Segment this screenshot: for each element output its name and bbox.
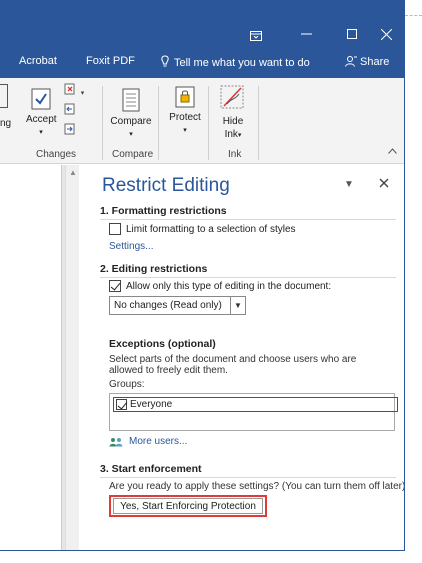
compare-dropdown-icon[interactable]: ▾ <box>108 128 154 141</box>
accept-check-icon <box>31 88 51 110</box>
share-button[interactable]: Share <box>345 55 389 68</box>
group-label-changes: Changes <box>36 149 77 160</box>
hide-ink-button[interactable]: Hide Ink▾ <box>215 84 251 142</box>
hide-ink-dropdown-icon[interactable]: ▾ <box>238 132 242 139</box>
everyone-label: Everyone <box>130 399 173 410</box>
everyone-checkbox[interactable] <box>116 399 127 410</box>
formatting-restrictions-heading: 1. Formatting restrictions <box>100 205 396 220</box>
editing-type-value: No changes (Read only) <box>114 300 222 311</box>
start-enforcing-button[interactable]: Yes, Start Enforcing Protection <box>113 498 263 514</box>
lightbulb-icon <box>161 55 169 67</box>
vertical-scrollbar[interactable] <box>65 165 79 550</box>
compare-button[interactable]: Compare ▾ <box>108 88 154 141</box>
word-window: Acrobat Foxit PDF Tell me what you want … <box>0 0 405 551</box>
pane-options-icon[interactable]: ▼ <box>344 179 354 190</box>
hide-ink-pen-icon <box>220 85 244 109</box>
group-label-compare: Compare <box>112 149 154 160</box>
previous-change-icon[interactable] <box>64 103 76 118</box>
users-icon <box>109 437 123 446</box>
groups-label: Groups: <box>109 379 145 390</box>
menu-foxit-pdf[interactable]: Foxit PDF <box>86 55 135 67</box>
groups-list: Everyone <box>109 393 398 431</box>
enforcement-question: Are you ready to apply these settings? (… <box>109 481 405 492</box>
share-label: Share <box>360 56 390 68</box>
document-page[interactable] <box>0 165 62 550</box>
pane-close-icon[interactable] <box>379 175 389 191</box>
exceptions-description: Select parts of the document and choose … <box>109 354 357 376</box>
accept-dropdown-icon[interactable]: ▾ <box>26 126 56 139</box>
hide-ink-label-2-row: Ink▾ <box>215 128 251 142</box>
title-bar <box>0 0 404 46</box>
scroll-up-icon[interactable]: ▲ <box>69 168 77 177</box>
more-users-link[interactable]: More users... <box>109 436 187 447</box>
pane-title: Restrict Editing <box>102 175 230 196</box>
close-window-icon[interactable] <box>367 22 404 46</box>
ribbon-separator <box>258 86 259 160</box>
hide-ink-label-2: Ink <box>224 129 238 140</box>
menu-acrobat[interactable]: Acrobat <box>19 55 57 67</box>
allow-editing-label: Allow only this type of editing in the d… <box>126 280 332 292</box>
accept-button[interactable]: Accept ▾ <box>26 88 57 139</box>
accept-label: Accept <box>26 114 57 125</box>
restrict-editing-pane: Restrict Editing ▼ 1. Formatting restric… <box>80 165 405 550</box>
ribbon-display-options-icon[interactable] <box>236 26 276 46</box>
group-label-ink: Ink <box>228 149 242 160</box>
limit-formatting-label: Limit formatting to a selection of style… <box>126 223 296 235</box>
minimize-icon[interactable] <box>283 22 329 46</box>
allow-editing-checkbox[interactable] <box>109 280 121 292</box>
reject-dropdown-icon[interactable]: ▾ <box>81 90 85 97</box>
compare-document-icon <box>122 88 140 112</box>
limit-formatting-checkbox[interactable] <box>109 223 121 235</box>
ribbon-separator <box>208 86 209 160</box>
protect-button[interactable]: Protect ▾ <box>163 86 207 137</box>
partial-control-label: ng <box>0 118 12 129</box>
allow-editing-row[interactable]: Allow only this type of editing in the d… <box>109 280 331 292</box>
partial-control-icon <box>0 84 8 108</box>
menu-bar: Acrobat Foxit PDF Tell me what you want … <box>0 46 404 78</box>
compare-label: Compare <box>110 116 152 127</box>
start-enforcing-highlight: Yes, Start Enforcing Protection <box>109 495 267 517</box>
tell-me-search[interactable]: Tell me what you want to do <box>160 55 310 69</box>
ribbon: ng Accept ▾ ▾ Compare ▾ Protect ▾ Hide I… <box>0 78 404 164</box>
start-enforcement-heading: 3. Start enforcement <box>100 463 396 478</box>
exceptions-heading: Exceptions (optional) <box>109 338 216 350</box>
tell-me-text: Tell me what you want to do <box>174 57 310 69</box>
editing-type-dropdown[interactable]: No changes (Read only) ▼ <box>109 296 246 315</box>
editing-restrictions-heading: 2. Editing restrictions <box>100 263 396 278</box>
dropdown-arrow-icon[interactable]: ▼ <box>230 297 245 314</box>
limit-formatting-row[interactable]: Limit formatting to a selection of style… <box>109 223 296 235</box>
desktop-edge-dotted-line <box>405 15 422 16</box>
group-item-everyone[interactable]: Everyone <box>113 397 398 412</box>
share-person-icon <box>345 56 357 67</box>
settings-link[interactable]: Settings... <box>109 241 153 252</box>
ribbon-separator <box>102 86 103 160</box>
more-users-label: More users... <box>129 436 188 447</box>
hide-ink-label-1: Hide <box>222 116 244 127</box>
protect-dropdown-icon[interactable]: ▾ <box>163 124 207 137</box>
protect-lock-icon <box>175 86 195 108</box>
next-change-icon[interactable] <box>64 123 76 138</box>
protect-label: Protect <box>169 112 201 123</box>
reject-icon[interactable]: ▾ <box>64 83 84 98</box>
ribbon-separator <box>158 86 159 160</box>
collapse-ribbon-icon[interactable] <box>388 146 397 157</box>
